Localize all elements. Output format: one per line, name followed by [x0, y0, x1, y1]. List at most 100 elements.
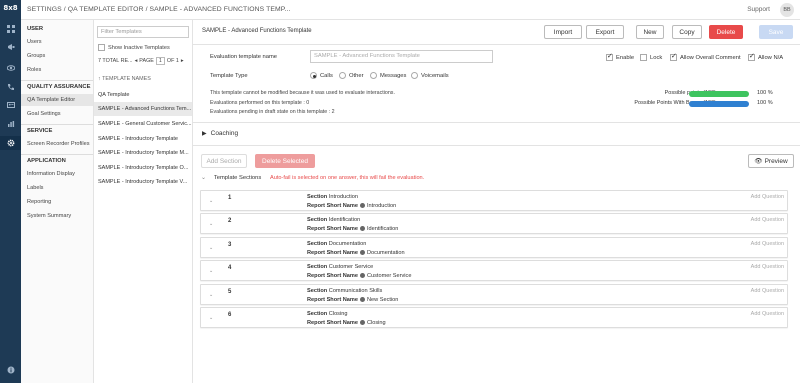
template-names-header[interactable]: ↑ TEMPLATE NAMES [98, 76, 151, 82]
nav-item-labels[interactable]: Labels [21, 182, 93, 194]
expand-section-icon[interactable]: ⌄ [209, 221, 213, 227]
nav-item-qa-template-editor[interactable]: QA Template Editor [21, 94, 93, 106]
type-messages-radio[interactable] [370, 72, 377, 79]
allow-na-option[interactable]: Allow N/A [748, 52, 784, 61]
nav-item-roles[interactable]: Roles [21, 64, 93, 76]
info-icon[interactable] [0, 363, 21, 377]
template-item[interactable]: SAMPLE - Introductory Template O... [94, 161, 192, 175]
page-of-label: OF 1 [166, 58, 179, 64]
type-calls-radio[interactable] [310, 72, 317, 79]
next-page-icon[interactable]: ▸ [181, 58, 184, 64]
info-icon [359, 273, 365, 279]
filter-templates-input[interactable]: Filter Templates [97, 26, 189, 38]
template-item[interactable]: SAMPLE - General Customer Servic... [94, 117, 192, 131]
type-other[interactable]: Other [339, 72, 364, 79]
export-button[interactable]: Export [586, 25, 624, 39]
section-row[interactable]: ⌄ 5 Section Communication Skills Report Sho… [200, 284, 788, 305]
expand-section-icon[interactable]: ⌄ [209, 245, 213, 251]
template-name-input[interactable]: SAMPLE - Advanced Functions Template [310, 50, 493, 63]
section-short-name: Report Short Name Customer Service [307, 273, 411, 279]
nav-header-user: USER [27, 26, 44, 32]
short-name-value: Closing [366, 320, 386, 326]
allow-na-label: Allow N/A [758, 54, 784, 61]
nav-item-goal-settings[interactable]: Goal Settings [21, 108, 93, 120]
bonus-points-bar-fill [689, 101, 749, 107]
info-line: This template cannot be modified because… [210, 90, 395, 96]
collapse-icon[interactable]: ⌄ [201, 175, 206, 181]
show-inactive-checkbox[interactable] [98, 44, 105, 51]
nav-item-reporting[interactable]: Reporting [21, 196, 93, 208]
info-icon [359, 250, 365, 256]
delete-selected-button[interactable]: Delete Selected [255, 154, 315, 168]
add-question-button[interactable]: Add Question [751, 264, 784, 270]
type-other-radio[interactable] [339, 72, 346, 79]
delete-button[interactable]: Delete [709, 25, 743, 39]
preview-button[interactable]: 👁 Preview [748, 154, 794, 168]
page-input[interactable]: 1 [155, 57, 165, 65]
lock-option[interactable]: Lock [640, 54, 662, 61]
template-item[interactable]: SAMPLE - Introductory Template [94, 132, 192, 146]
prev-page-icon[interactable]: ◂ [135, 58, 138, 64]
gear-icon[interactable] [0, 136, 21, 150]
nav-item-information-display[interactable]: Information Display [21, 168, 93, 180]
top-bar: SETTINGS / QA TEMPLATE EDITOR / SAMPLE -… [21, 0, 800, 20]
template-item[interactable]: SAMPLE - Introductory Template M... [94, 146, 192, 160]
section-short-name: Report Short Name New Section [307, 297, 398, 303]
section-row[interactable]: ⌄ 3 Section Documentation Report Short Name… [200, 237, 788, 258]
enable-checkbox[interactable] [606, 52, 613, 61]
autofail-note: Auto-fail is selected on one answer, thi… [270, 175, 425, 181]
enable-option[interactable]: Enable [606, 52, 634, 61]
template-list-panel: Filter Templates Show Inactive Templates… [94, 20, 193, 383]
phone-icon[interactable] [0, 80, 21, 94]
nav-item-screen-recorder-profiles[interactable]: Screen Recorder Profiles [21, 138, 93, 150]
type-messages[interactable]: Messages [370, 72, 406, 79]
apps-icon[interactable] [0, 22, 21, 36]
import-button[interactable]: Import [544, 25, 582, 39]
lock-checkbox[interactable] [640, 54, 647, 61]
coaching-toggle[interactable]: ▶ Coaching [202, 130, 238, 137]
megaphone-icon[interactable] [0, 40, 21, 54]
section-row[interactable]: ⌄ 2 Section Identification Report Short Nam… [200, 213, 788, 234]
section-name-value: Communication Skills [328, 288, 383, 294]
type-calls[interactable]: Calls [310, 72, 333, 79]
nav-item-system-summary[interactable]: System Summary [21, 210, 93, 222]
type-voicemails-radio[interactable] [411, 72, 418, 79]
add-question-button[interactable]: Add Question [751, 194, 784, 200]
add-question-button[interactable]: Add Question [751, 217, 784, 223]
section-row[interactable]: ⌄ 1 Section Introduction Report Short Name I… [200, 190, 788, 211]
add-question-button[interactable]: Add Question [751, 311, 784, 317]
expand-section-icon[interactable]: ⌄ [209, 268, 213, 274]
nav-item-groups[interactable]: Groups [21, 50, 93, 62]
allow-overall-comment-checkbox[interactable] [670, 52, 677, 61]
possible-points-bar-fill [689, 91, 749, 97]
expand-section-icon[interactable]: ⌄ [209, 292, 213, 298]
add-section-button[interactable]: Add Section [201, 154, 247, 168]
info-line: Evaluations performed on this template :… [210, 100, 310, 106]
expand-section-icon[interactable]: ⌄ [209, 198, 213, 204]
new-button[interactable]: New [636, 25, 664, 39]
template-item-selected[interactable]: SAMPLE - Advanced Functions Tem... [94, 102, 192, 116]
allow-na-checkbox[interactable] [748, 52, 755, 61]
settings-nav: USER Users Groups Roles QUALITY ASSURANC… [21, 20, 94, 383]
section-row[interactable]: ⌄ 6 Section Closing Report Short Name Closin… [200, 307, 788, 328]
show-inactive-toggle[interactable]: Show Inactive Templates [98, 44, 170, 51]
template-item[interactable]: SAMPLE - Introductory Template V... [94, 175, 192, 189]
add-question-button[interactable]: Add Question [751, 288, 784, 294]
expand-section-icon[interactable]: ⌄ [209, 315, 213, 321]
avatar[interactable]: BB [780, 3, 794, 17]
section-row[interactable]: ⌄ 4 Section Customer Service Report Short N… [200, 260, 788, 281]
section-label: Section [307, 217, 328, 223]
bar-chart-icon[interactable] [0, 117, 21, 131]
save-button[interactable]: Save [759, 25, 793, 39]
eye-icon[interactable] [0, 61, 21, 75]
copy-button[interactable]: Copy [672, 25, 702, 39]
support-link[interactable]: Support [747, 6, 770, 13]
type-voicemails[interactable]: Voicemails [411, 72, 449, 79]
add-question-button[interactable]: Add Question [751, 241, 784, 247]
template-item[interactable]: QA Template [94, 88, 192, 102]
nav-item-users[interactable]: Users [21, 36, 93, 48]
sort-up-icon: ↑ [98, 76, 101, 82]
allow-overall-comment-option[interactable]: Allow Overall Comment [670, 52, 741, 61]
contact-card-icon[interactable] [0, 98, 21, 112]
breadcrumb[interactable]: SETTINGS / QA TEMPLATE EDITOR / SAMPLE -… [27, 6, 291, 13]
